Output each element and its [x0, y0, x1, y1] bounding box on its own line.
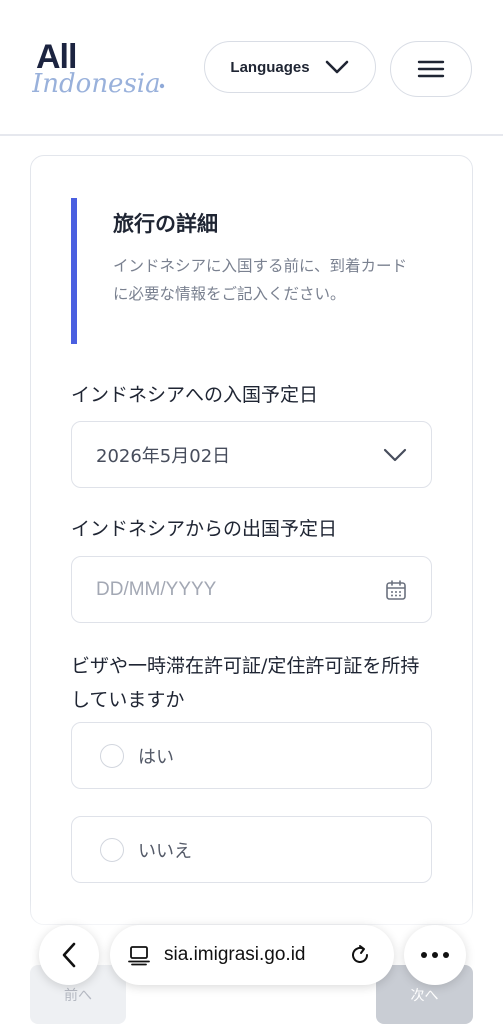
radio-label-yes: はい: [138, 746, 174, 768]
departure-date-label: インドネシアからの出国予定日: [71, 518, 338, 540]
site-header: All Indonesia Languages: [0, 0, 503, 136]
radio-option-yes[interactable]: はい: [71, 722, 432, 789]
chevron-left-icon: [62, 942, 76, 968]
more-horizontal-icon: [421, 952, 449, 958]
section-description: インドネシアに入国する前に、到着カードに必要な情報をご記入ください。: [113, 257, 408, 303]
departure-date-input[interactable]: DD/MM/YYYY: [71, 556, 432, 623]
chevron-down-icon: [383, 448, 407, 461]
section-header: 旅行の詳細 インドネシアに入国する前に、到着カードに必要な情報をご記入ください。: [71, 198, 431, 344]
languages-label: Languages: [230, 58, 310, 76]
radio-label-no: いいえ: [138, 840, 192, 862]
chevron-down-icon: [325, 60, 348, 74]
browser-back-button[interactable]: [39, 925, 99, 985]
radio-circle-icon[interactable]: [100, 743, 124, 768]
reload-icon[interactable]: [348, 943, 372, 967]
radio-option-no[interactable]: いいえ: [71, 816, 432, 883]
arrival-date-select[interactable]: 2026年5月02日: [71, 421, 432, 488]
calendar-icon[interactable]: [385, 579, 407, 601]
browser-more-button[interactable]: [404, 925, 466, 985]
tabs-icon[interactable]: [128, 944, 150, 966]
logo-text-indonesia: Indonesia: [32, 69, 161, 99]
logo-dot: [159, 83, 165, 89]
radio-circle-icon[interactable]: [100, 837, 124, 862]
browser-url-text: sia.imigrasi.go.id: [164, 944, 306, 965]
languages-button[interactable]: Languages: [204, 41, 376, 93]
arrival-date-value: 2026年5月02日: [96, 445, 231, 467]
section-title: 旅行の詳細: [113, 212, 218, 236]
departure-date-placeholder: DD/MM/YYYY: [96, 578, 217, 600]
all-indonesia-logo[interactable]: All Indonesia: [32, 36, 172, 100]
visa-question: ビザや一時滞在許可証/定住許可証を所持していますか: [71, 655, 420, 711]
menu-button[interactable]: [390, 41, 472, 97]
travel-details-card: 旅行の詳細 インドネシアに入国する前に、到着カードに必要な情報をご記入ください。…: [30, 155, 473, 925]
hamburger-icon: [417, 60, 445, 78]
browser-url-bar[interactable]: sia.imigrasi.go.id: [110, 925, 394, 985]
arrival-date-label: インドネシアへの入国予定日: [71, 384, 319, 406]
